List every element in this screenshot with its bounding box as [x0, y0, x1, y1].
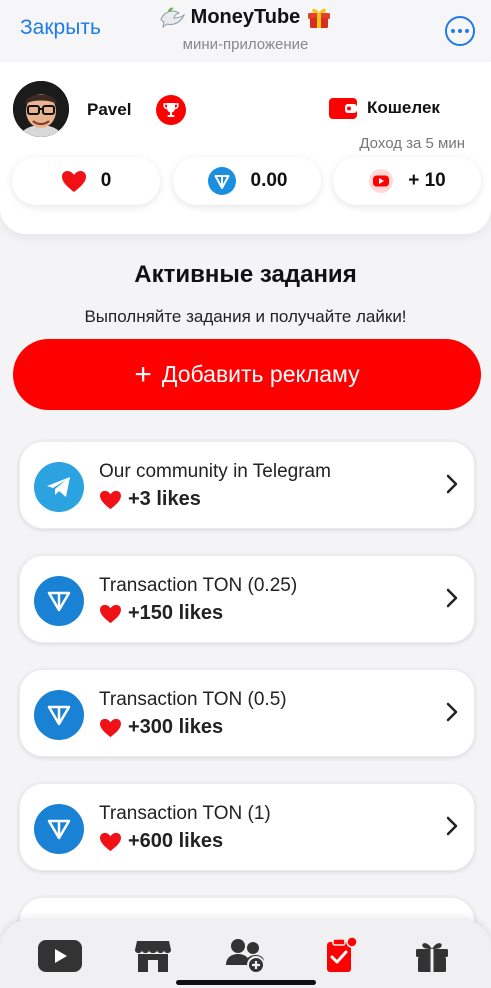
income-label: Доход за 5 мин [359, 135, 465, 152]
wallet-button[interactable]: Кошелек [328, 96, 440, 120]
youtube-icon [38, 940, 82, 972]
ton-value: 0.00 [250, 170, 288, 191]
likes-value: 0 [100, 170, 112, 191]
heart-icon [61, 170, 86, 192]
task-reward-value: +3 likes [128, 488, 201, 510]
task-title: Transaction TON (0.5) [99, 689, 287, 710]
task-title: Transaction TON (0.25) [99, 575, 298, 596]
profile-card: Pavel Кошелек Доход за 5 мин 0 0.00 + 10 [0, 62, 491, 234]
add-ad-label: Добавить рекламу [161, 361, 360, 387]
task-reward-value: +300 likes [128, 716, 224, 738]
youtube-icon [369, 169, 394, 193]
add-ad-button[interactable]: + Добавить рекламу [13, 339, 481, 410]
task-title: Transaction TON (1) [99, 803, 271, 824]
top-bar: Закрыть MoneyTube мини-приложение [0, 0, 491, 62]
income-rate: + 10 [333, 157, 481, 205]
task-reward: +300 likes [99, 716, 223, 739]
ton-icon [207, 167, 236, 195]
memoji-icon [13, 81, 69, 137]
heart-icon [100, 718, 121, 737]
store-icon [135, 941, 171, 972]
heart-icon [100, 604, 121, 623]
ton-icon [34, 804, 84, 854]
likes-balance: 0 [12, 157, 160, 205]
wallet-label: Кошелек [367, 98, 440, 117]
plus-icon: + [134, 357, 152, 391]
app-subtitle: мини-приложение [182, 36, 309, 53]
dove-icon [160, 7, 185, 29]
tasks-icon [327, 936, 358, 972]
ton-balance: 0.00 [173, 157, 321, 205]
task-item[interactable]: Transaction TON (1) +600 likes [19, 783, 475, 871]
chevron-right-icon [446, 588, 458, 608]
add-users-icon [226, 939, 265, 974]
nav-referrals[interactable] [223, 936, 269, 976]
task-item[interactable]: Transaction TON (0.5) +300 likes [19, 669, 475, 757]
app-title-block: MoneyTube мини-приложение [0, 4, 491, 53]
nav-gifts[interactable] [409, 936, 455, 976]
chevron-right-icon [446, 702, 458, 722]
task-reward: +3 likes [99, 488, 201, 511]
task-reward: +150 likes [99, 602, 223, 625]
heart-icon [100, 490, 121, 509]
nav-tasks[interactable] [316, 936, 362, 976]
chevron-right-icon [446, 816, 458, 836]
task-title: Our community in Telegram [99, 461, 331, 482]
nav-youtube[interactable] [37, 936, 83, 976]
section-subtitle: Выполняйте задания и получайте лайки! [84, 307, 407, 326]
gift-icon [416, 943, 448, 972]
telegram-icon [34, 462, 84, 512]
ton-icon [34, 690, 84, 740]
home-indicator [176, 980, 316, 985]
income-rate-value: + 10 [408, 170, 446, 191]
heart-icon [100, 832, 121, 851]
task-item[interactable]: Our community in Telegram +3 likes [19, 441, 475, 529]
avatar[interactable] [13, 81, 69, 137]
app-title: MoneyTube [190, 5, 301, 28]
trophy-icon[interactable] [156, 95, 186, 125]
section-title: Активные задания [134, 261, 357, 288]
username: Pavel [87, 100, 132, 119]
task-reward: +600 likes [99, 830, 223, 853]
task-reward-value: +150 likes [128, 602, 224, 624]
chevron-right-icon [446, 474, 458, 494]
nav-store[interactable] [130, 936, 176, 976]
more-icon[interactable] [445, 16, 475, 46]
app-title-row: MoneyTube [159, 4, 333, 30]
task-item[interactable]: Transaction TON (0.25) +150 likes [19, 555, 475, 643]
gift-icon [308, 8, 331, 28]
bottom-nav [0, 920, 491, 988]
ton-icon [34, 576, 84, 626]
wallet-icon [329, 98, 357, 119]
task-reward-value: +600 likes [128, 830, 224, 852]
